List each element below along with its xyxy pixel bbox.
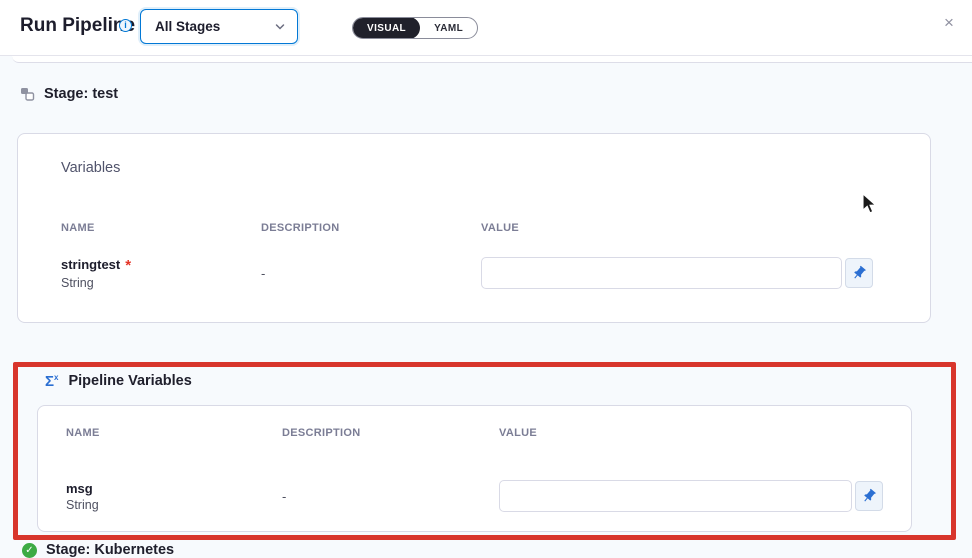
stage-test-header: Stage: test: [20, 86, 118, 102]
column-header-value: VALUE: [481, 222, 900, 234]
dialog-body: Stage: test Variables NAME DESCRIPTION V…: [0, 56, 972, 558]
column-header-description: DESCRIPTION: [282, 427, 499, 439]
close-icon[interactable]: ×: [938, 12, 960, 34]
page-title: Run Pipeline: [20, 15, 135, 37]
variables-card-title: Variables: [61, 160, 120, 176]
tab-visual[interactable]: VISUAL: [353, 17, 420, 39]
table-row: msg String -: [66, 476, 883, 516]
variables-table-header: NAME DESCRIPTION VALUE: [61, 222, 900, 234]
column-header-name: NAME: [61, 222, 261, 234]
variables-card: Variables NAME DESCRIPTION VALUE stringt…: [17, 133, 931, 323]
variable-name: msg: [66, 481, 282, 496]
scrolled-card-remnant: [12, 56, 972, 63]
visual-yaml-toggle: VISUAL YAML: [352, 17, 478, 39]
column-header-name: NAME: [66, 427, 282, 439]
variable-type: String: [61, 276, 261, 290]
chevron-down-icon: [275, 22, 285, 32]
variable-value-cell: [481, 257, 873, 289]
thumbtack-icon: [848, 262, 871, 285]
fixed-value-type-button[interactable]: [845, 258, 873, 288]
msg-value-input[interactable]: [499, 480, 852, 512]
sigma-variables-icon: Σx: [45, 374, 58, 389]
variable-description: -: [261, 266, 481, 281]
variable-name-cell: msg String: [66, 481, 282, 512]
table-row: stringtest * String -: [61, 251, 900, 295]
required-asterisk: *: [125, 257, 131, 274]
variable-name: stringtest: [61, 257, 120, 272]
stage-kubernetes-label: Stage: Kubernetes: [46, 542, 174, 558]
variable-type: String: [66, 498, 282, 512]
info-icon[interactable]: i: [119, 19, 132, 32]
column-header-value: VALUE: [499, 427, 883, 439]
fixed-value-type-button[interactable]: [855, 481, 883, 511]
tab-yaml[interactable]: YAML: [420, 17, 477, 39]
stage-test-label: Stage: test: [44, 86, 118, 102]
variable-value-cell: [499, 480, 883, 512]
stringtest-value-input[interactable]: [481, 257, 842, 289]
stage-filter-value: All Stages: [155, 19, 220, 34]
pipeline-variables-title: Pipeline Variables: [68, 373, 191, 389]
check-circle-icon: ✓: [22, 543, 37, 558]
run-pipeline-dialog: Run Pipeline i All Stages VISUAL YAML × …: [0, 0, 972, 558]
variable-name-cell: stringtest * String: [61, 256, 261, 290]
thumbtack-icon: [858, 485, 881, 508]
column-header-description: DESCRIPTION: [261, 222, 481, 234]
stages-icon: [20, 87, 35, 102]
pipeline-variables-card: NAME DESCRIPTION VALUE msg String -: [37, 405, 912, 532]
pipeline-variables-header: Σx Pipeline Variables: [45, 373, 192, 389]
variable-description: -: [282, 489, 499, 504]
stage-filter-select[interactable]: All Stages: [140, 9, 298, 44]
dialog-header: Run Pipeline i All Stages VISUAL YAML ×: [0, 0, 972, 56]
stage-kubernetes-header: ✓ Stage: Kubernetes: [22, 542, 174, 558]
pipeline-variables-table-header: NAME DESCRIPTION VALUE: [66, 427, 883, 439]
